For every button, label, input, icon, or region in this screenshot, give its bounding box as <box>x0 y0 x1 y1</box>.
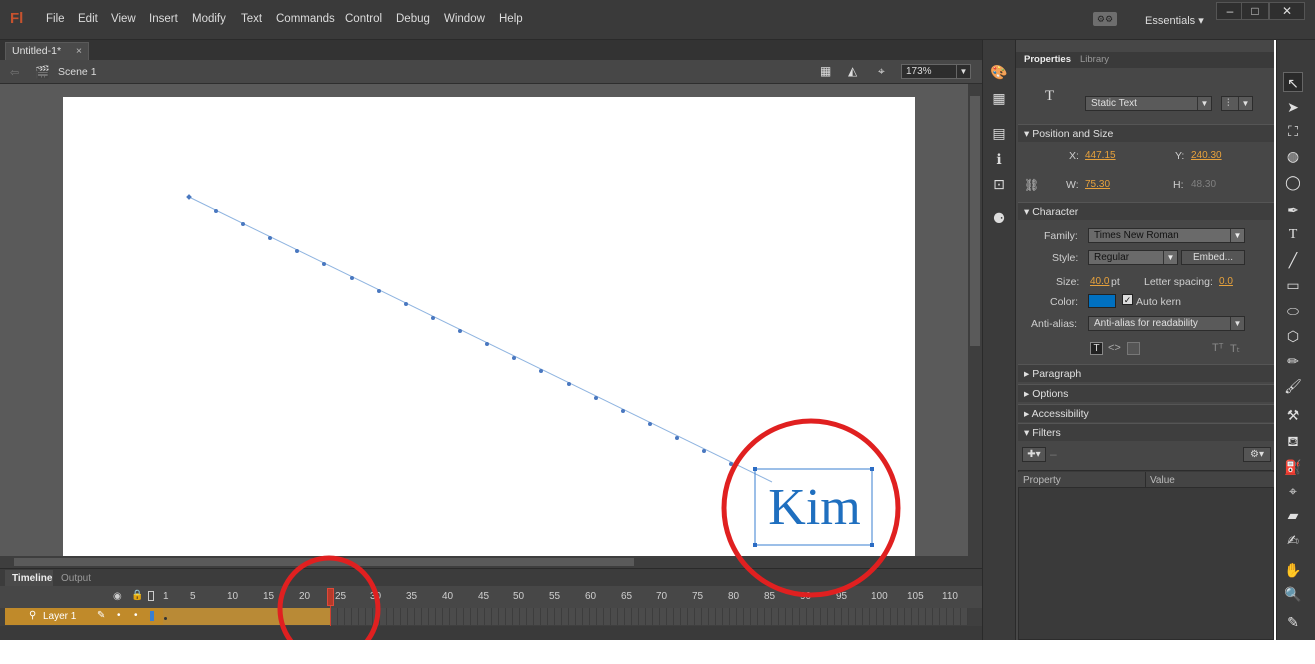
bottom-margin <box>0 640 1315 664</box>
annotation-overlay <box>277 418 901 663</box>
annotation-circle-text <box>721 418 901 598</box>
